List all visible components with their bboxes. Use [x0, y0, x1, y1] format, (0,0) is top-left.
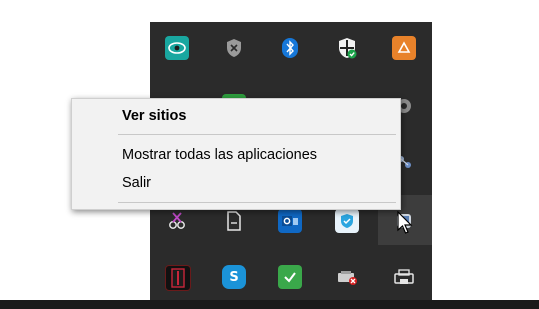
- printer-icon[interactable]: [392, 265, 416, 289]
- outlook-icon[interactable]: [278, 209, 302, 233]
- menu-item-label: Mostrar todas las aplicaciones: [122, 147, 318, 163]
- tray-row: S: [150, 251, 432, 307]
- eye-app-icon[interactable]: [165, 36, 189, 60]
- shield-gray-icon[interactable]: [222, 36, 246, 60]
- skype-icon[interactable]: S: [222, 265, 246, 289]
- skype-letter: S: [229, 269, 239, 285]
- menu-separator: [118, 202, 396, 203]
- red-book-icon[interactable]: [165, 265, 191, 291]
- context-menu: Ver sitios Mostrar todas las aplicacione…: [71, 98, 401, 210]
- menu-item-label: Ver sitios: [122, 108, 187, 124]
- scissors-app-icon[interactable]: [165, 209, 189, 233]
- device-error-icon[interactable]: [335, 265, 359, 289]
- menu-item-salir[interactable]: Salir: [72, 171, 400, 195]
- menu-item-label: Salir: [122, 175, 152, 191]
- menu-item-mostrar-todas[interactable]: Mostrar todas las aplicaciones: [72, 143, 400, 167]
- tray-row: [150, 22, 432, 78]
- menu-separator: [118, 134, 396, 135]
- menu-item-ver-sitios[interactable]: Ver sitios: [72, 104, 400, 128]
- mouse-cursor-icon: [397, 210, 413, 239]
- windows-security-icon[interactable]: [335, 36, 359, 60]
- bluetooth-icon[interactable]: [278, 36, 302, 60]
- taskbar: [0, 300, 539, 309]
- orange-app-icon[interactable]: [392, 36, 416, 60]
- vpn-shield-icon[interactable]: [335, 209, 359, 233]
- green-check-icon[interactable]: [278, 265, 302, 289]
- document-icon[interactable]: [222, 209, 246, 233]
